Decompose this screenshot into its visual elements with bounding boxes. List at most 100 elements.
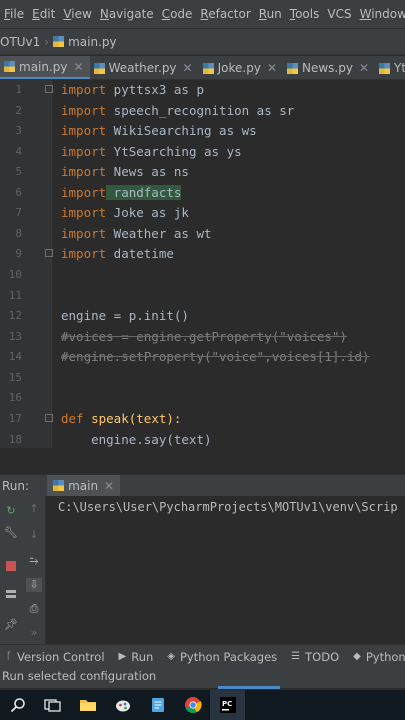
code-line: engine.say(text) [61,432,212,447]
tab-joke-py[interactable]: Joke.py ✕ [199,56,283,79]
print-icon[interactable]: ⎙ [26,602,42,616]
rerun-icon[interactable]: ↻ [3,504,19,518]
soft-wrap-icon[interactable]: ⥲ [26,554,42,568]
arrow-down-icon[interactable]: ↓ [26,528,42,542]
tab-label: Joke.py [217,61,261,75]
run-panel-title: Run: [2,478,30,493]
fold-marker-icon[interactable] [45,414,53,422]
code-line: import Joke as jk [61,205,189,220]
code-editor[interactable]: 1 2 3 4 5 6 7 8 9 10 11 12 13 14 15 16 1… [0,80,405,448]
unresolved-import-highlight: randfacts [106,185,182,200]
menu-item-navigate[interactable]: Navigate [96,7,158,21]
menu-item-vcs[interactable]: VCS [323,7,355,21]
code-line: import News as ns [61,164,189,179]
line-number: 14 [8,350,22,363]
arrow-up-icon[interactable]: ↑ [26,502,42,516]
run-config-tab[interactable]: main ✕ [47,474,121,497]
status-item-version-control[interactable]: ᚴ Version Control [0,650,113,664]
line-number: 13 [8,330,22,343]
app-icon[interactable] [105,690,140,720]
branch-icon: ᚴ [6,651,12,662]
fold-marker-icon[interactable] [45,249,53,257]
tab-ytsearching-py[interactable]: YtSe [375,56,405,79]
tab-label: Weather.py [108,61,177,75]
line-number: 18 [8,433,22,446]
python-file-icon [379,62,391,74]
chrome-icon[interactable] [175,690,210,720]
close-icon[interactable]: ✕ [104,479,114,493]
line-number: 12 [8,309,22,322]
layout-icon[interactable] [3,588,19,602]
code-line: import speech_recognition as sr [61,103,295,118]
comment-line: #engine.setProperty("voice",voices[1].id… [61,349,370,364]
code-line: def speak(text): [61,411,182,426]
line-number: 11 [8,289,22,302]
menu-item-window[interactable]: Window [356,7,405,21]
menu-item-code[interactable]: Code [158,7,197,21]
code-line: import YtSearching as ys [61,144,242,159]
run-toolbar-secondary: ↑ ↓ ⥲ ⇩ ⎙ » [22,496,46,644]
pycharm-icon[interactable]: PC [210,690,245,720]
close-icon[interactable]: ✕ [183,61,193,75]
close-icon[interactable]: ✕ [267,61,277,75]
status-item-python-console[interactable]: ◆ Python [347,650,405,664]
python-file-icon [202,62,214,74]
code-line: import WikiSearching as ws [61,123,257,138]
menu-item-run[interactable]: Run [255,7,286,21]
status-item-python-packages[interactable]: ◈ Python Packages [161,650,285,664]
taskbar: PC [0,690,405,720]
run-toolbar-primary: ↻ 🔧︎ 📌︎ [0,496,22,644]
notes-icon[interactable] [140,690,175,720]
line-number: 7 [15,206,22,219]
line-number: 4 [15,145,22,158]
run-panel: ↻ 🔧︎ 📌︎ ↑ ↓ ⥲ ⇩ ⎙ » C:\Users\User\Pychar… [0,496,405,644]
fold-marker-icon[interactable] [45,85,53,93]
python-file-icon [287,62,298,74]
file-explorer-icon[interactable] [70,690,105,720]
status-item-todo[interactable]: ☰ TODO [285,650,347,664]
close-icon[interactable]: ✕ [359,61,369,75]
more-icon[interactable]: » [26,626,42,640]
wrench-icon[interactable]: 🔧︎ [3,526,19,540]
menu-item-refactor[interactable]: Refactor [196,7,254,21]
tab-label: YtSe [394,61,405,75]
line-number: 6 [15,186,22,199]
scroll-to-end-icon[interactable]: ⇩ [26,578,42,592]
menu-item-edit[interactable]: Edit [28,7,59,21]
tab-label: News.py [302,61,353,75]
progress-bar [218,686,280,689]
python-file-icon [4,61,15,72]
task-view-icon[interactable] [35,690,70,720]
line-number: 9 [15,247,22,260]
pin-icon[interactable]: 📌︎ [3,618,19,632]
status-item-run[interactable]: ▶ Run [113,650,162,664]
run-config-label: main [68,478,99,493]
search-icon[interactable] [0,690,35,720]
code-line: import randfacts [61,185,182,200]
stop-icon[interactable] [3,560,19,574]
line-number: 15 [8,371,22,384]
line-number: 10 [8,268,22,281]
line-number: 3 [15,124,22,137]
menu-item-file[interactable]: File [0,7,28,21]
breadcrumb-file[interactable]: main.py [68,35,117,49]
code-line: import pyttsx3 as p [61,82,204,97]
close-icon[interactable]: ✕ [74,60,84,74]
code-line: import datetime [61,246,174,261]
tab-weather-py[interactable]: Weather.py ✕ [90,56,199,79]
tab-news-py[interactable]: News.py ✕ [283,56,375,79]
menu-item-tools[interactable]: Tools [286,7,324,21]
menu-item-view[interactable]: View [59,7,95,21]
svg-text:PC: PC [222,700,232,708]
breadcrumb-project[interactable]: OTUv1 [0,35,40,49]
python-file-icon [93,62,105,74]
status-hint: Run selected configuration [0,668,405,688]
tab-main-py[interactable]: main.py ✕ [0,56,90,79]
tool-window-bar: ᚴ Version Control ▶ Run ◈ Python Packages ☰… [0,644,405,668]
console-output[interactable]: C:\Users\User\PycharmProjects\MOTUv1\ven… [58,500,398,514]
todo-icon: ☰ [291,651,301,662]
breadcrumb: OTUv1 › main.py [0,28,405,55]
line-number: 8 [15,227,22,240]
tab-label: main.py [19,59,68,74]
run-icon: ▶ [118,651,127,662]
